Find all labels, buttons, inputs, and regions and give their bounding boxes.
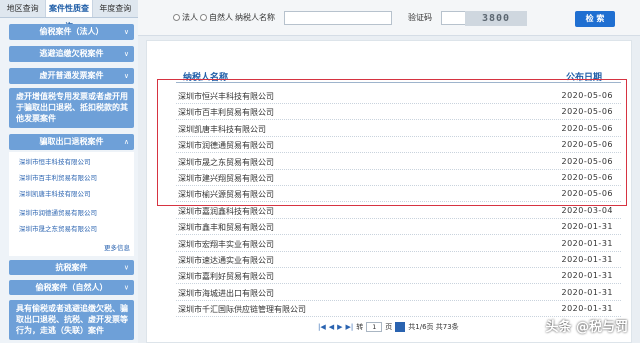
taxpayer-name[interactable]: 深圳市海城进出口有限公司 [178,288,274,299]
menu-label: 抗税案件 [55,263,88,272]
search-bar: 法人 自然人 纳税人名称 验证码 3800 检 索 [138,0,640,36]
menu-label: 具有偷税或者逃避追缴欠税、骗取出口退税、抗税、虚开发票等行为，走逃（失联）案件 [16,304,128,335]
publish-date: 2020-01-31 [561,238,613,248]
radio-person[interactable] [200,14,207,21]
publish-date: 2020-01-31 [561,287,613,297]
sub-item[interactable]: 深圳凯唐丰科技有限公司 [19,188,91,198]
publish-date: 2020-01-31 [561,304,613,314]
tab-case-type[interactable]: 案件性质查询 [45,0,93,31]
menu-label: 逃避追缴欠税案件 [39,49,104,58]
menu-label: 虚开增值税专用发票或者虚开用于骗取出口退税、抵扣税款的其他发票案件 [16,92,128,123]
sub-item[interactable]: 深圳市百丰利贸易有限公司 [19,172,97,182]
menu-tax-evasion-person[interactable]: 偷税案件（自然人） ∨ [9,280,134,295]
chevron-down-icon: ∨ [123,28,129,36]
taxpayer-name[interactable]: 深圳市嘉利好贸易有限公司 [178,271,274,282]
menu-label: 偷税案件（法人） [39,27,104,36]
page-summary: 共1/6页 共73条 [408,323,459,331]
taxpayer-name[interactable]: 深圳市千汇国际供应链管理有限公司 [178,304,306,315]
menu-export-refund[interactable]: 骗取出口退税案件 ∧ [9,134,134,150]
menu-label: 偷税案件（自然人） [35,283,108,292]
taxpayer-name-input[interactable] [284,11,392,25]
page-input[interactable]: 1 [366,322,383,332]
taxpayer-name[interactable]: 深圳市鑫丰和贸易有限公司 [178,222,274,233]
sub-list: 深圳市恒丰科技有限公司 深圳市百丰利贸易有限公司 深圳凯唐丰科技有限公司 深圳市… [9,152,134,256]
publish-date: 2020-03-04 [561,205,613,215]
table-row[interactable]: 深圳市鑫丰和贸易有限公司 2020-01-31 [176,219,621,236]
publish-date: 2020-01-31 [561,255,613,264]
radio-legal[interactable] [173,14,180,21]
sub-item[interactable]: 深圳市晟之东贸易有限公司 [19,223,97,233]
publish-date: 2020-01-31 [561,222,613,232]
menu-false-invoice[interactable]: 虚开普通发票案件 ∨ [9,68,134,84]
taxpayer-name[interactable]: 深圳市嘉润鑫科技有限公司 [178,206,274,217]
menu-label: 骗取出口退税案件 [39,137,104,146]
goto-label: 转 [356,323,364,331]
tab-region[interactable]: 地区查询 [0,0,45,17]
search-button[interactable]: 检 索 [575,11,615,27]
table-row[interactable]: 深圳市宏翔丰实业有限公司 2020-01-31 [176,236,621,252]
publish-date: 2020-01-31 [561,271,613,281]
watermark: 头条 @税与罚 [545,320,628,335]
radio-person-label: 自然人 [209,13,233,22]
chevron-down-icon: ∨ [123,263,129,271]
next-page-icon[interactable]: ▶ [337,323,342,331]
menu-label: 虚开普通发票案件 [39,71,104,80]
sidebar: 地区查询 案件性质查询 年度查询 偷税案件（法人） ∨ 逃避追缴欠税案件 ∨ 虚… [0,0,138,343]
go-button[interactable] [395,322,406,332]
menu-vat-invoice[interactable]: 虚开增值税专用发票或者虚开用于骗取出口退税、抵扣税款的其他发票案件 [9,88,134,128]
table-row[interactable]: 深圳市嘉利好贸易有限公司 2020-01-31 [176,268,621,285]
menu-tax-evasion-legal[interactable]: 偷税案件（法人） ∨ [9,24,134,40]
chevron-up-icon: ∧ [123,138,129,146]
table-row[interactable]: 深圳市速达通实业有限公司 2020-01-31 [176,252,621,268]
first-page-icon[interactable]: |◀ [318,323,326,331]
taxpayer-name[interactable]: 深圳市速达通实业有限公司 [178,255,274,266]
table-row[interactable]: 深圳市千汇国际供应链管理有限公司 2020-01-31 [176,301,621,318]
prev-page-icon[interactable]: ◀ [329,323,334,331]
last-page-icon[interactable]: ▶| [346,323,354,331]
sidebar-tabs: 地区查询 案件性质查询 年度查询 [0,0,138,31]
more-link[interactable]: 更多信息 [104,242,130,252]
taxpayer-label: 纳税人名称 [235,13,275,22]
captcha-label: 验证码 [408,13,432,22]
pagination: |◀ ◀ ▶ ▶| 转 1 页 共1/6页 共73条 [318,321,459,333]
table-row[interactable]: 深圳市海城进出口有限公司 2020-01-31 [176,285,621,301]
page-unit: 页 [385,323,393,331]
tab-year[interactable]: 年度查询 [93,0,138,17]
taxpayer-name[interactable]: 深圳市宏翔丰实业有限公司 [178,239,274,250]
chevron-down-icon: ∨ [123,72,129,80]
captcha-image[interactable]: 3800 [465,11,527,26]
chevron-down-icon: ∨ [123,50,129,58]
menu-tax-resist[interactable]: 抗税案件 ∨ [9,260,134,275]
menu-abscond[interactable]: 具有偷税或者逃避追缴欠税、骗取出口退税、抗税、虚开发票等行为，走逃（失联）案件 [9,300,134,340]
sub-item[interactable]: 深圳市润德通贸易有限公司 [19,207,97,217]
menu-evade-arrears[interactable]: 逃避追缴欠税案件 ∨ [9,46,134,62]
sub-item[interactable]: 深圳市恒丰科技有限公司 [19,156,91,166]
highlight-box [157,79,627,206]
chevron-down-icon: ∨ [123,283,129,291]
radio-legal-label: 法人 [182,13,198,22]
